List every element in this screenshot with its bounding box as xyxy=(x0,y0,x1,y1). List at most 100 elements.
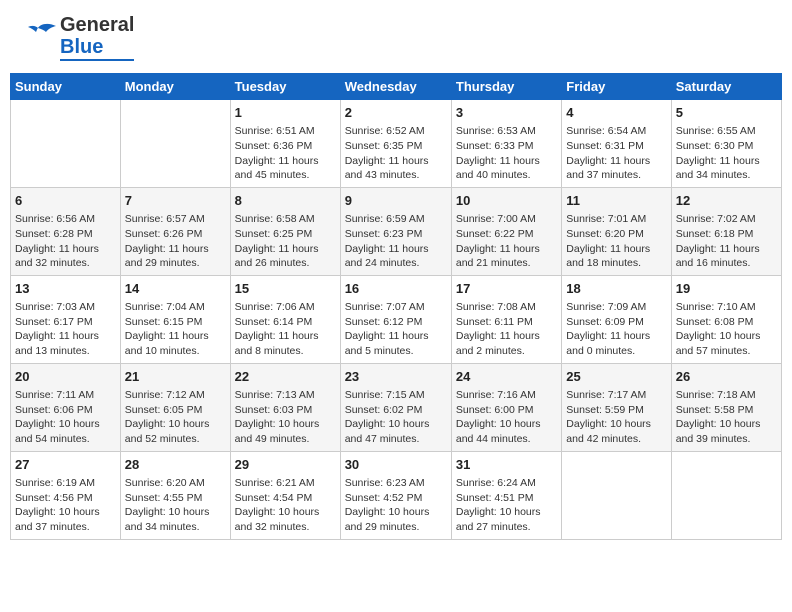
calendar-week-row: 20 Sunrise: 7:11 AM Sunset: 6:06 PM Dayli… xyxy=(11,363,782,451)
calendar-day-cell: 13 Sunrise: 7:03 AM Sunset: 6:17 PM Dayli… xyxy=(11,275,121,363)
day-number: 15 xyxy=(235,280,336,298)
calendar-day-cell: 16 Sunrise: 7:07 AM Sunset: 6:12 PM Dayli… xyxy=(340,275,451,363)
calendar-header-row: SundayMondayTuesdayWednesdayThursdayFrid… xyxy=(11,74,782,100)
day-number: 11 xyxy=(566,192,666,210)
day-info: Sunrise: 6:23 AM Sunset: 4:52 PM Dayligh… xyxy=(345,476,447,535)
calendar-day-cell: 19 Sunrise: 7:10 AM Sunset: 6:08 PM Dayli… xyxy=(671,275,781,363)
calendar-day-cell: 21 Sunrise: 7:12 AM Sunset: 6:05 PM Dayli… xyxy=(120,363,230,451)
day-number: 12 xyxy=(676,192,777,210)
day-number: 28 xyxy=(125,456,226,474)
day-info: Sunrise: 7:17 AM Sunset: 5:59 PM Dayligh… xyxy=(566,388,666,447)
day-number: 7 xyxy=(125,192,226,210)
calendar-day-cell: 3 Sunrise: 6:53 AM Sunset: 6:33 PM Daylig… xyxy=(451,100,561,188)
calendar-day-cell: 1 Sunrise: 6:51 AM Sunset: 6:36 PM Daylig… xyxy=(230,100,340,188)
day-info: Sunrise: 7:03 AM Sunset: 6:17 PM Dayligh… xyxy=(15,300,116,359)
calendar-day-cell: 30 Sunrise: 6:23 AM Sunset: 4:52 PM Dayli… xyxy=(340,451,451,539)
calendar-day-cell: 27 Sunrise: 6:19 AM Sunset: 4:56 PM Dayli… xyxy=(11,451,121,539)
calendar-day-cell: 15 Sunrise: 7:06 AM Sunset: 6:14 PM Dayli… xyxy=(230,275,340,363)
day-of-week-header: Saturday xyxy=(671,74,781,100)
day-info: Sunrise: 6:20 AM Sunset: 4:55 PM Dayligh… xyxy=(125,476,226,535)
day-number: 23 xyxy=(345,368,447,386)
day-number: 22 xyxy=(235,368,336,386)
calendar-day-cell xyxy=(11,100,121,188)
calendar-table: SundayMondayTuesdayWednesdayThursdayFrid… xyxy=(10,73,782,540)
day-info: Sunrise: 7:00 AM Sunset: 6:22 PM Dayligh… xyxy=(456,212,557,271)
calendar-week-row: 13 Sunrise: 7:03 AM Sunset: 6:17 PM Dayli… xyxy=(11,275,782,363)
calendar-day-cell: 24Sunrise: 7:16 AM Sunset: 6:00 PM Dayli… xyxy=(451,363,561,451)
day-of-week-header: Friday xyxy=(562,74,671,100)
day-info: Sunrise: 6:55 AM Sunset: 6:30 PM Dayligh… xyxy=(676,124,777,183)
calendar-day-cell: 11 Sunrise: 7:01 AM Sunset: 6:20 PM Dayli… xyxy=(562,187,671,275)
calendar-day-cell xyxy=(671,451,781,539)
calendar-day-cell: 9Sunrise: 6:59 AM Sunset: 6:23 PM Daylig… xyxy=(340,187,451,275)
day-info: Sunrise: 7:06 AM Sunset: 6:14 PM Dayligh… xyxy=(235,300,336,359)
calendar-day-cell: 18 Sunrise: 7:09 AM Sunset: 6:09 PM Dayli… xyxy=(562,275,671,363)
day-info: Sunrise: 6:53 AM Sunset: 6:33 PM Dayligh… xyxy=(456,124,557,183)
calendar-day-cell: 29Sunrise: 6:21 AM Sunset: 4:54 PM Dayli… xyxy=(230,451,340,539)
logo: General Blue xyxy=(18,14,134,61)
day-number: 17 xyxy=(456,280,557,298)
calendar-day-cell: 6 Sunrise: 6:56 AM Sunset: 6:28 PM Daylig… xyxy=(11,187,121,275)
calendar-day-cell: 26Sunrise: 7:18 AM Sunset: 5:58 PM Dayli… xyxy=(671,363,781,451)
day-number: 14 xyxy=(125,280,226,298)
day-info: Sunrise: 6:59 AM Sunset: 6:23 PM Dayligh… xyxy=(345,212,447,271)
day-number: 27 xyxy=(15,456,116,474)
day-info: Sunrise: 7:08 AM Sunset: 6:11 PM Dayligh… xyxy=(456,300,557,359)
calendar-day-cell: 2Sunrise: 6:52 AM Sunset: 6:35 PM Daylig… xyxy=(340,100,451,188)
day-info: Sunrise: 7:07 AM Sunset: 6:12 PM Dayligh… xyxy=(345,300,447,359)
day-number: 31 xyxy=(456,456,557,474)
day-number: 18 xyxy=(566,280,666,298)
calendar-day-cell: 14 Sunrise: 7:04 AM Sunset: 6:15 PM Dayli… xyxy=(120,275,230,363)
day-of-week-header: Thursday xyxy=(451,74,561,100)
day-info: Sunrise: 7:11 AM Sunset: 6:06 PM Dayligh… xyxy=(15,388,116,447)
calendar-week-row: 1 Sunrise: 6:51 AM Sunset: 6:36 PM Daylig… xyxy=(11,100,782,188)
calendar-day-cell: 20 Sunrise: 7:11 AM Sunset: 6:06 PM Dayli… xyxy=(11,363,121,451)
day-info: Sunrise: 7:18 AM Sunset: 5:58 PM Dayligh… xyxy=(676,388,777,447)
day-info: Sunrise: 6:57 AM Sunset: 6:26 PM Dayligh… xyxy=(125,212,226,271)
day-number: 1 xyxy=(235,104,336,122)
calendar-day-cell: 28 Sunrise: 6:20 AM Sunset: 4:55 PM Dayli… xyxy=(120,451,230,539)
calendar-day-cell: 8 Sunrise: 6:58 AM Sunset: 6:25 PM Daylig… xyxy=(230,187,340,275)
calendar-day-cell xyxy=(562,451,671,539)
day-of-week-header: Tuesday xyxy=(230,74,340,100)
day-number: 2 xyxy=(345,104,447,122)
day-number: 25 xyxy=(566,368,666,386)
logo-icon xyxy=(18,20,58,55)
day-number: 21 xyxy=(125,368,226,386)
day-number: 5 xyxy=(676,104,777,122)
day-info: Sunrise: 7:12 AM Sunset: 6:05 PM Dayligh… xyxy=(125,388,226,447)
day-info: Sunrise: 7:02 AM Sunset: 6:18 PM Dayligh… xyxy=(676,212,777,271)
day-info: Sunrise: 6:19 AM Sunset: 4:56 PM Dayligh… xyxy=(15,476,116,535)
day-number: 24 xyxy=(456,368,557,386)
day-number: 16 xyxy=(345,280,447,298)
day-info: Sunrise: 6:56 AM Sunset: 6:28 PM Dayligh… xyxy=(15,212,116,271)
day-info: Sunrise: 7:15 AM Sunset: 6:02 PM Dayligh… xyxy=(345,388,447,447)
day-info: Sunrise: 7:09 AM Sunset: 6:09 PM Dayligh… xyxy=(566,300,666,359)
page-header: General Blue xyxy=(10,10,782,65)
day-number: 29 xyxy=(235,456,336,474)
calendar-day-cell: 17 Sunrise: 7:08 AM Sunset: 6:11 PM Dayli… xyxy=(451,275,561,363)
calendar-day-cell: 12 Sunrise: 7:02 AM Sunset: 6:18 PM Dayli… xyxy=(671,187,781,275)
day-number: 8 xyxy=(235,192,336,210)
day-of-week-header: Sunday xyxy=(11,74,121,100)
day-info: Sunrise: 7:10 AM Sunset: 6:08 PM Dayligh… xyxy=(676,300,777,359)
day-number: 20 xyxy=(15,368,116,386)
day-info: Sunrise: 7:01 AM Sunset: 6:20 PM Dayligh… xyxy=(566,212,666,271)
calendar-week-row: 6 Sunrise: 6:56 AM Sunset: 6:28 PM Daylig… xyxy=(11,187,782,275)
day-number: 4 xyxy=(566,104,666,122)
calendar-day-cell: 7 Sunrise: 6:57 AM Sunset: 6:26 PM Daylig… xyxy=(120,187,230,275)
day-number: 6 xyxy=(15,192,116,210)
day-info: Sunrise: 6:58 AM Sunset: 6:25 PM Dayligh… xyxy=(235,212,336,271)
calendar-day-cell: 31 Sunrise: 6:24 AM Sunset: 4:51 PM Dayli… xyxy=(451,451,561,539)
calendar-day-cell: 22 Sunrise: 7:13 AM Sunset: 6:03 PM Dayli… xyxy=(230,363,340,451)
day-of-week-header: Monday xyxy=(120,74,230,100)
day-info: Sunrise: 7:04 AM Sunset: 6:15 PM Dayligh… xyxy=(125,300,226,359)
day-number: 30 xyxy=(345,456,447,474)
day-number: 3 xyxy=(456,104,557,122)
calendar-day-cell: 25 Sunrise: 7:17 AM Sunset: 5:59 PM Dayli… xyxy=(562,363,671,451)
day-info: Sunrise: 6:51 AM Sunset: 6:36 PM Dayligh… xyxy=(235,124,336,183)
day-number: 19 xyxy=(676,280,777,298)
day-number: 13 xyxy=(15,280,116,298)
day-info: Sunrise: 6:24 AM Sunset: 4:51 PM Dayligh… xyxy=(456,476,557,535)
day-info: Sunrise: 7:13 AM Sunset: 6:03 PM Dayligh… xyxy=(235,388,336,447)
